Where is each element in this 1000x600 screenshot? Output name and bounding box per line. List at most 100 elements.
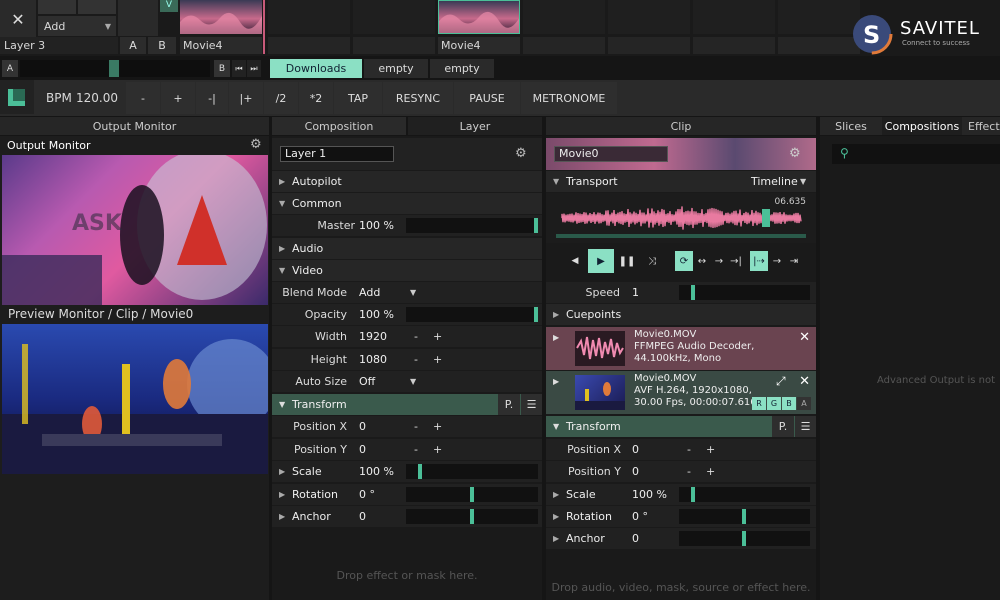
audio-track[interactable]: ▶ Movie0.MOV FFMPEG Audio Decoder, 44.10…	[546, 327, 816, 370]
layer-a-button[interactable]: A	[120, 37, 146, 54]
clip-rotation-slider-knob[interactable]	[742, 509, 746, 524]
clip-position-x-minus-button[interactable]: -	[687, 443, 691, 456]
scale-value[interactable]: 100 %	[359, 465, 394, 478]
layer-b-button[interactable]: B	[148, 37, 176, 54]
deck-a-button[interactable]: A	[2, 60, 18, 77]
clip-scale-slider[interactable]	[679, 487, 810, 502]
clip-timeline-track[interactable]	[556, 234, 806, 238]
opacity-value[interactable]: 100 %	[359, 308, 394, 321]
timeline-select[interactable]: Timeline	[751, 175, 798, 188]
tab-layer[interactable]: Layer	[408, 117, 542, 135]
channel-b-button[interactable]: B	[782, 397, 796, 410]
layer-name-field[interactable]: Layer 1	[280, 146, 394, 162]
grid-cell[interactable]	[523, 0, 605, 34]
cuepoints-section[interactable]: ▶ Cuepoints	[546, 304, 816, 325]
position-y-plus-button[interactable]: +	[433, 443, 442, 456]
clip-name-movie4-active[interactable]: Movie4	[438, 37, 520, 54]
position-x-plus-button[interactable]: +	[433, 420, 442, 433]
anchor-value[interactable]: 0	[359, 510, 366, 523]
layer-name-bar[interactable]: Layer 3	[0, 37, 118, 54]
anchor-slider[interactable]	[406, 509, 538, 524]
close-icon[interactable]: ✕	[799, 330, 810, 345]
audio-section[interactable]: ▶ Audio	[272, 238, 542, 259]
clip-anchor-value[interactable]: 0	[632, 532, 639, 545]
speed-slider[interactable]	[679, 285, 810, 300]
bpm-minus-button[interactable]: -	[126, 82, 160, 114]
width-value[interactable]: 1920	[359, 330, 387, 343]
clip-thumbnail-movie4-active[interactable]	[438, 0, 520, 34]
opacity-slider[interactable]	[406, 307, 538, 322]
clip-name-movie4[interactable]: Movie4	[180, 37, 262, 54]
video-toggle[interactable]: V	[160, 0, 178, 12]
width-minus-button[interactable]: -	[414, 330, 418, 343]
deck-b-button[interactable]: B	[214, 60, 230, 77]
grid-cell[interactable]	[693, 37, 775, 54]
beat-snap-icon[interactable]: |⇢	[750, 251, 768, 271]
position-y-minus-button[interactable]: -	[414, 443, 418, 456]
clip-transform-section[interactable]: ▼ Transform P. ☰	[546, 416, 816, 437]
grid-cell[interactable]	[268, 37, 350, 54]
center-icon[interactable]: ⇥	[786, 251, 802, 271]
nudge-minus-button[interactable]: -|	[196, 82, 228, 114]
opacity-slider-knob[interactable]	[534, 307, 538, 322]
clip-playhead[interactable]	[762, 209, 770, 227]
channel-g-button[interactable]: G	[767, 397, 781, 410]
clip-thumbnail-movie4[interactable]	[180, 0, 262, 34]
metronome-button[interactable]: METRONOME	[521, 82, 617, 114]
clip-position-y-plus-button[interactable]: +	[706, 465, 715, 478]
menu-icon[interactable]: ☰	[795, 416, 816, 437]
clip-name-field[interactable]: Movie0	[554, 146, 668, 162]
speed-value[interactable]: 1	[632, 286, 639, 299]
blend-mode-select[interactable]: Add	[359, 286, 380, 299]
deck-tab-empty-1[interactable]: empty	[364, 59, 428, 78]
tab-slices[interactable]: Slices	[820, 117, 882, 135]
clip-anchor-slider[interactable]	[679, 531, 810, 546]
chevron-down-icon[interactable]: ▼	[410, 288, 416, 297]
height-value[interactable]: 1080	[359, 353, 387, 366]
bpm-plus-button[interactable]: +	[161, 82, 195, 114]
position-x-value[interactable]: 0	[359, 420, 366, 433]
bpm-value[interactable]: 120.00	[76, 91, 118, 105]
width-plus-button[interactable]: +	[433, 330, 442, 343]
play-reverse-icon[interactable]: ◀	[566, 251, 584, 271]
tab-composition[interactable]: Composition	[272, 117, 406, 135]
height-plus-button[interactable]: +	[433, 353, 442, 366]
grid-cell[interactable]	[608, 0, 690, 34]
rotation-slider[interactable]	[406, 487, 538, 502]
clip-settings-gear-icon[interactable]: ⚙	[789, 146, 801, 161]
grid-cell[interactable]	[778, 37, 860, 54]
output-settings-gear-icon[interactable]: ⚙	[250, 137, 262, 152]
grid-cell[interactable]	[268, 0, 350, 34]
grid-cell[interactable]	[608, 37, 690, 54]
clip-rotation-value[interactable]: 0 °	[632, 510, 648, 523]
transform-section[interactable]: ▼ Transform P. ☰	[272, 394, 542, 415]
auto-size-select[interactable]: Off	[359, 375, 375, 388]
scale-slider[interactable]	[406, 464, 538, 479]
resync-button[interactable]: RESYNC	[383, 82, 453, 114]
grid-cell[interactable]	[38, 0, 76, 14]
half-tempo-button[interactable]: /2	[264, 82, 298, 114]
grid-cell[interactable]	[353, 0, 435, 34]
chevron-down-icon[interactable]: ▼	[800, 177, 806, 186]
grid-cell[interactable]	[78, 0, 116, 14]
position-x-minus-button[interactable]: -	[414, 420, 418, 433]
scale-slider-knob[interactable]	[418, 464, 422, 479]
clip-position-x-value[interactable]: 0	[632, 443, 639, 456]
chevron-down-icon[interactable]: ▼	[410, 377, 416, 386]
close-button[interactable]: ✕	[0, 0, 36, 38]
autopilot-section[interactable]: ▶ Autopilot	[272, 171, 542, 192]
browser-search-input[interactable]: ⚲	[832, 144, 1000, 164]
channel-a-button[interactable]: A	[797, 397, 811, 410]
clip-anchor-slider-knob[interactable]	[742, 531, 746, 546]
tab-effects[interactable]: Effects	[962, 117, 1000, 135]
grid-cell[interactable]	[523, 37, 605, 54]
layer-settings-gear-icon[interactable]: ⚙	[515, 146, 527, 161]
clip-drop-zone[interactable]: Drop audio, video, mask, source or effec…	[546, 581, 816, 594]
skip-back-icon[interactable]: ⏮	[232, 60, 246, 77]
pause-button[interactable]: PAUSE	[454, 82, 520, 114]
clip-waveform-area[interactable]: 06.635	[546, 193, 816, 243]
clip-scale-slider-knob[interactable]	[691, 487, 695, 502]
channel-r-button[interactable]: R	[752, 397, 766, 410]
close-icon[interactable]: ✕	[799, 374, 810, 389]
anchor-slider-knob[interactable]	[470, 509, 474, 524]
